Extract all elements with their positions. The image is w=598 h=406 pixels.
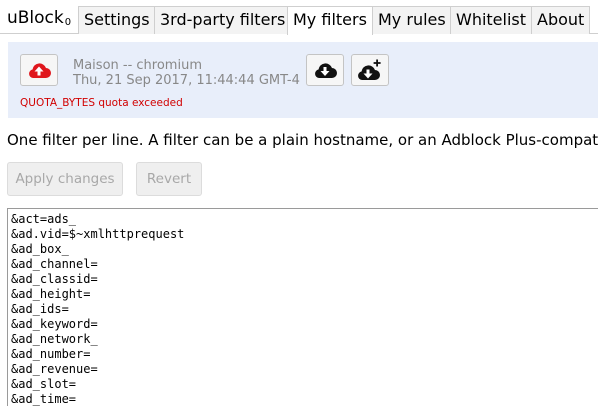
- brand-subscript: 0: [64, 17, 72, 28]
- apply-changes-button[interactable]: Apply changes: [7, 162, 123, 196]
- filter-line: &ad_network_: [11, 332, 98, 346]
- filters-description: One filter per line. A filter can be a p…: [7, 131, 598, 149]
- tab-my-filters[interactable]: My filters: [287, 6, 373, 35]
- filter-line: &ad_slot=: [11, 377, 77, 391]
- filter-line: &ad_box_: [11, 242, 69, 256]
- cloud-push-button[interactable]: [20, 54, 58, 86]
- filter-line: &ad_keyword=: [11, 317, 98, 331]
- filter-line: &ad.vid=$~xmlhttprequest: [11, 227, 185, 241]
- cloud-pull-button[interactable]: [306, 54, 344, 86]
- cloud-storage-panel: Maison -- chromium Thu, 21 Sep 2017, 11:…: [8, 42, 598, 118]
- filter-line: &ad_revenue=: [11, 362, 98, 376]
- cloud-download-merge-icon: [358, 59, 381, 80]
- filter-line: &ad_number=: [11, 347, 91, 361]
- tab-my-rules[interactable]: My rules: [372, 6, 452, 34]
- tab-bar: uBlock0 Settings 3rd-party filters My fi…: [0, 0, 598, 35]
- filter-line: &act=ads_: [11, 212, 77, 226]
- tab-about[interactable]: About: [531, 6, 591, 34]
- filter-line: &ad_time=: [11, 392, 77, 406]
- tab-3rd-party-filters[interactable]: 3rd-party filters: [154, 6, 292, 34]
- cloud-error-message: QUOTA_BYTES quota exceeded: [20, 97, 183, 109]
- cloud-device-name: Maison -- chromium: [73, 58, 202, 73]
- cloud-upload-icon: [29, 63, 51, 78]
- filter-line: &ad_channel=: [11, 257, 98, 271]
- filters-editor-lines: &act=ads_ &ad.vid=$~xmlhttprequest &ad_box…: [8, 209, 598, 406]
- brand-name: uBlock: [7, 8, 64, 28]
- revert-button[interactable]: Revert: [136, 162, 202, 196]
- tab-settings[interactable]: Settings: [78, 6, 156, 34]
- cloud-download-icon: [315, 63, 337, 78]
- cloud-pull-merge-button[interactable]: [351, 54, 389, 86]
- filters-editor[interactable]: &act=ads_ &ad.vid=$~xmlhttprequest &ad_box…: [7, 208, 598, 406]
- cloud-timestamp: Thu, 21 Sep 2017, 11:44:44 GMT-4: [73, 73, 300, 88]
- tab-whitelist[interactable]: Whitelist: [450, 6, 533, 34]
- app-brand: uBlock0: [7, 7, 71, 34]
- filter-line: &ad_height=: [11, 287, 91, 301]
- filter-line: &ad_classid=: [11, 272, 98, 286]
- filter-line: &ad_ids=: [11, 302, 69, 316]
